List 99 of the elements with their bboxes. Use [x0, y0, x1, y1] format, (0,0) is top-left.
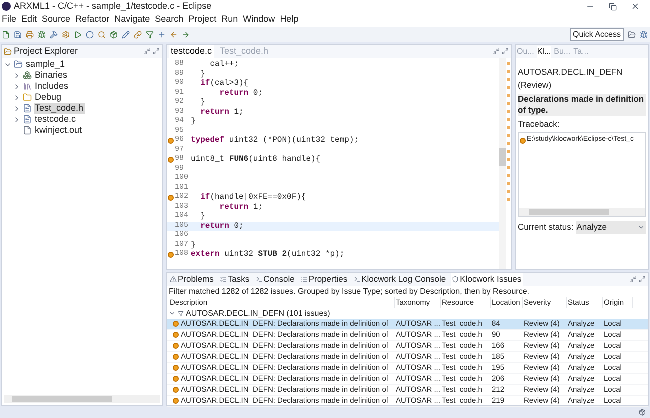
toolbar-icon[interactable]	[110, 30, 118, 38]
menu-item[interactable]: Edit	[22, 13, 38, 27]
warning-icon	[520, 138, 526, 144]
code-line: return 1;	[218, 202, 264, 212]
code-line: }	[191, 117, 197, 126]
binaries-icon	[23, 71, 32, 80]
expand-icon[interactable]	[13, 104, 21, 112]
status-dropdown[interactable]: Analyze	[576, 221, 646, 234]
code-line: typedef uint32 (*PON)(uint32 temp);	[191, 136, 360, 146]
toolbar-icon[interactable]	[62, 30, 70, 38]
perspective-icon[interactable]	[628, 30, 636, 38]
toolbar-icon[interactable]	[170, 30, 178, 38]
toolbar-icon[interactable]	[134, 30, 142, 38]
tab-icon	[300, 276, 308, 283]
code-line: }	[200, 98, 206, 108]
menu-item[interactable]: Search	[155, 13, 184, 27]
traceback-label: Traceback:	[518, 118, 561, 130]
tree-item[interactable]: Binaries	[34, 70, 69, 81]
toolbar-icon[interactable]	[182, 30, 190, 38]
issue-title: AUTOSAR.DECL.IN_DEFN (Review)	[518, 66, 624, 92]
close-icon[interactable]	[631, 2, 640, 11]
status-label: Current status:	[518, 221, 574, 234]
menu-item[interactable]: Project	[188, 13, 217, 27]
issue-message: Declarations made in definition of type.	[518, 94, 646, 116]
status-icon	[639, 408, 646, 416]
menu-item[interactable]: File	[2, 13, 17, 27]
tree-item[interactable]: Debug	[34, 92, 63, 103]
tree-item[interactable]: Test_code.h	[34, 103, 85, 114]
toolbar-icon[interactable]	[98, 30, 106, 38]
maximize-icon[interactable]	[639, 276, 646, 283]
code-line: uint8_t FUN6(uint8 handle){	[191, 155, 322, 164]
quick-access-field[interactable]: Quick Access	[570, 28, 624, 41]
expand-icon[interactable]	[13, 116, 21, 124]
minimize-icon[interactable]	[630, 276, 637, 283]
window-title: ARXML1 - C/C++ - sample_1/testcode.c - Eclipse	[14, 1, 212, 12]
menu-item[interactable]: Refactor	[76, 13, 110, 27]
horizontal-scrollbar[interactable]	[4, 395, 160, 403]
menu-item[interactable]: Help	[280, 13, 299, 27]
debug-icon[interactable]	[640, 30, 648, 38]
tree-item[interactable]: kwinject.out	[34, 125, 84, 136]
file-icon	[23, 126, 32, 135]
view-tab[interactable]: Tasks	[218, 273, 251, 286]
caret-icon	[638, 224, 645, 232]
collapse-icon[interactable]	[169, 310, 176, 317]
code-line: cal++;	[209, 60, 240, 70]
editor-tab[interactable]: testcode.c	[169, 44, 214, 58]
tab-icon	[452, 276, 460, 283]
expand-icon[interactable]	[13, 82, 21, 90]
minimize-icon[interactable]	[144, 48, 151, 55]
expand-icon[interactable]	[13, 94, 21, 102]
view-tab[interactable]: Klocwork Issues	[451, 273, 523, 286]
toolbar-icon[interactable]	[26, 30, 34, 38]
tab-icon	[256, 276, 263, 283]
restore-icon[interactable]	[609, 2, 617, 10]
code-line: }	[200, 70, 206, 79]
tree-item[interactable]: Includes	[34, 81, 70, 92]
filter-icon	[178, 310, 184, 316]
vertical-scrollbar[interactable]	[499, 58, 506, 269]
code-line: return 1;	[200, 108, 245, 117]
folder-icon	[23, 93, 32, 102]
toolbar-icon[interactable]	[2, 30, 10, 38]
toolbar-icon[interactable]	[50, 30, 58, 38]
code-line: if(cal>3){	[200, 79, 250, 88]
toolbar-icon[interactable]	[14, 30, 22, 38]
file-icon	[23, 115, 32, 124]
menu-item[interactable]: Window	[243, 13, 276, 27]
minimize-icon[interactable]	[493, 48, 500, 55]
toolbar-icon[interactable]	[122, 30, 130, 38]
project-icon	[14, 60, 23, 69]
toolbar-icon[interactable]	[146, 30, 154, 38]
code-line: extern uint32 STUB 2(uint32 *p);	[191, 250, 346, 260]
code-line: if(handle|0xFE==0x0F){	[200, 193, 308, 202]
view-tab[interactable]: Problems	[169, 273, 215, 286]
app-icon	[2, 2, 11, 11]
tab-icon	[170, 276, 177, 283]
code-line: }	[200, 212, 206, 222]
tab-icon	[354, 276, 361, 283]
file-icon	[23, 104, 32, 113]
toolbar-icon[interactable]	[158, 30, 166, 38]
view-tab[interactable]: Kl...	[537, 46, 552, 58]
menu-item[interactable]: Navigate	[114, 13, 150, 27]
group-label[interactable]: AUTOSAR.DECL.IN_DEFN (101 issues)	[186, 308, 330, 320]
library-icon	[23, 82, 32, 91]
view-tab[interactable]: Klocwork Log Console	[352, 273, 448, 286]
code-line: }	[191, 240, 197, 250]
view-tab[interactable]: Properties	[300, 273, 349, 286]
explorer-icon	[4, 48, 12, 56]
expand-icon[interactable]	[13, 72, 21, 80]
filter-summary: Filter matched 1282 of 1282 issues. Grouped by Issue Type; sorted by Description, then by Resource.	[168, 286, 530, 297]
tree-item[interactable]: sample_1	[25, 59, 66, 70]
maximize-icon[interactable]	[502, 48, 509, 55]
toolbar-icon[interactable]	[38, 30, 46, 38]
code-line: return 0;	[218, 88, 264, 98]
maximize-icon[interactable]	[153, 48, 160, 55]
menu-item[interactable]: Source	[42, 13, 71, 27]
menu-item[interactable]: Run	[222, 13, 238, 27]
tree-item[interactable]: testcode.c	[34, 114, 78, 125]
view-tab[interactable]: Console	[254, 273, 296, 286]
tab-icon	[220, 276, 227, 283]
